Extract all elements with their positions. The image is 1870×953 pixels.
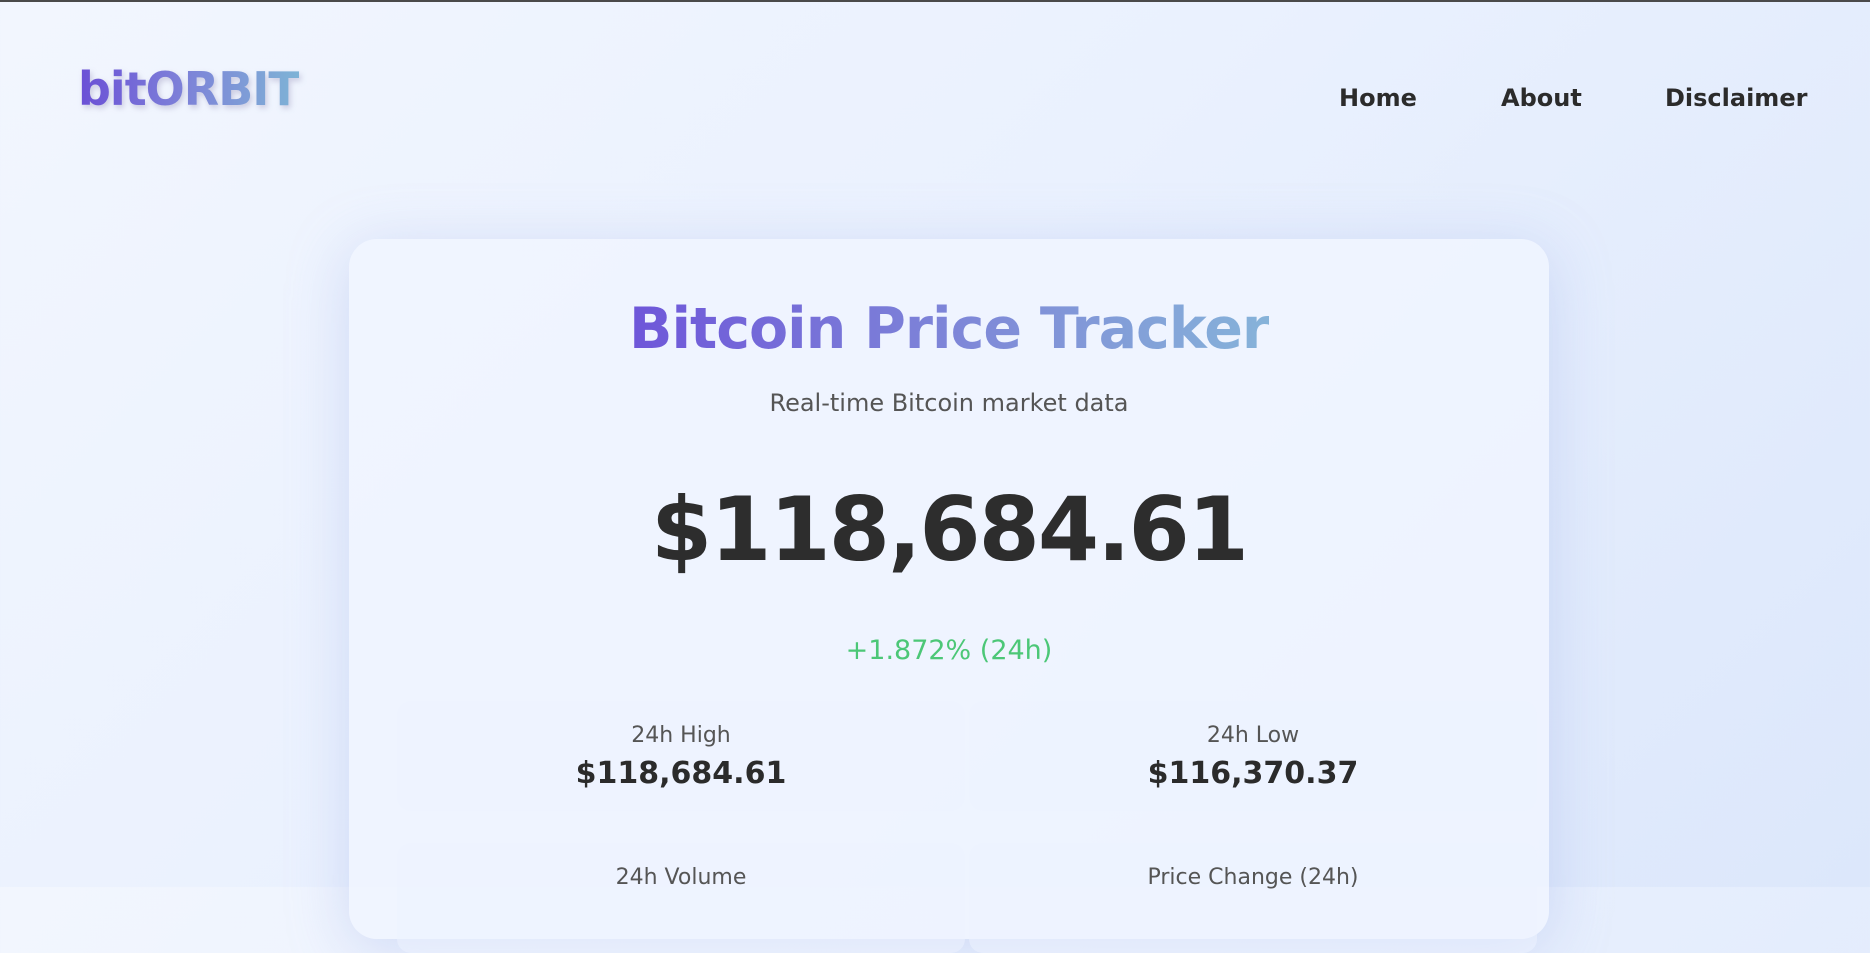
stat-value: $118,684.61 (575, 756, 787, 791)
price-change-24h: +1.872% (24h) (845, 635, 1053, 666)
price-tracker-card: Bitcoin Price Tracker Real-time Bitcoin … (349, 239, 1549, 953)
stat-24h-high: 24h High $118,684.61 (397, 701, 965, 811)
nav-link-home[interactable]: Home (1339, 84, 1417, 112)
stat-value: $116,370.37 (1147, 756, 1359, 791)
page-title-text: Bitcoin Price Tracker (629, 296, 1270, 362)
stat-label: Price Change (24h) (1147, 865, 1359, 890)
site-header: bitORBIT Home About Disclaimer (0, 0, 1870, 150)
nav-link-disclaimer[interactable]: Disclaimer (1665, 84, 1807, 112)
stat-label: 24h High (631, 723, 731, 748)
stat-label: 24h Low (1206, 723, 1300, 748)
stat-label: 24h Volume (615, 865, 747, 890)
stat-24h-low: 24h Low $116,370.37 (969, 701, 1537, 811)
current-price: $118,684.61 (651, 478, 1249, 581)
stat-price-change-24h: Price Change (24h) (969, 843, 1537, 953)
brand-logo[interactable]: bitORBIT (78, 66, 300, 112)
page-title: Bitcoin Price Tracker (349, 296, 1549, 363)
stat-24h-volume: 24h Volume (397, 843, 965, 953)
page-subtitle: Real-time Bitcoin market data (769, 389, 1129, 417)
nav-link-about[interactable]: About (1501, 84, 1582, 112)
